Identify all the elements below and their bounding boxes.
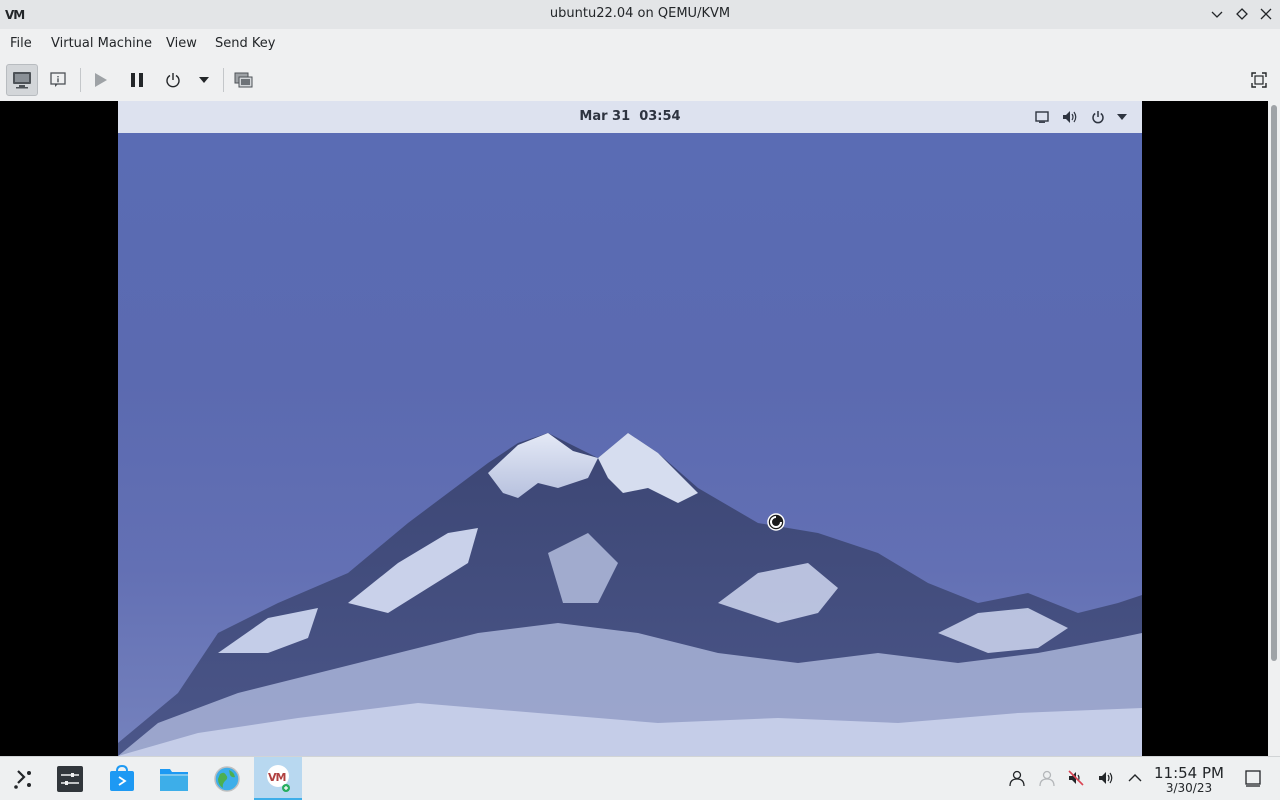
title-bar: VM ubuntu22.04 on QEMU/KVM bbox=[0, 0, 1280, 29]
guest-system-menu-arrow[interactable] bbox=[1114, 109, 1130, 125]
discover-store-icon bbox=[110, 765, 134, 791]
close-button[interactable] bbox=[1255, 4, 1277, 24]
globe-browser-icon bbox=[214, 766, 240, 792]
taskbar-system-settings[interactable] bbox=[46, 757, 94, 800]
menu-send-key[interactable]: Send Key bbox=[215, 36, 275, 51]
show-console-button[interactable] bbox=[6, 64, 38, 96]
menu-file[interactable]: File bbox=[10, 36, 32, 51]
close-icon bbox=[1260, 8, 1272, 20]
kde-launcher-icon bbox=[14, 770, 31, 789]
taskbar-discover[interactable] bbox=[98, 757, 146, 800]
run-icon bbox=[95, 73, 107, 87]
virt-manager-icon: VM bbox=[267, 764, 290, 792]
shutdown-button[interactable] bbox=[157, 64, 189, 96]
taskbar-web-browser[interactable] bbox=[203, 757, 251, 800]
minimize-button[interactable] bbox=[1206, 4, 1228, 24]
menu-view[interactable]: View bbox=[166, 36, 197, 51]
toolbar bbox=[0, 58, 1280, 101]
fullscreen-button[interactable] bbox=[1243, 64, 1275, 96]
scrollbar-thumb[interactable] bbox=[1271, 105, 1277, 661]
toolbar-separator bbox=[80, 68, 81, 92]
mountain-wallpaper bbox=[118, 133, 1142, 756]
folder-icon bbox=[160, 769, 188, 791]
menu-bar: File Virtual Machine View Send Key bbox=[0, 29, 1280, 58]
vm-console-display[interactable]: Mar 31 03:54 bbox=[0, 101, 1268, 756]
mute-icon bbox=[1068, 770, 1084, 786]
chevron-down-icon bbox=[1117, 114, 1127, 120]
expand-tray-icon bbox=[1128, 774, 1142, 782]
run-button[interactable] bbox=[84, 64, 116, 96]
tray-volume[interactable] bbox=[1095, 767, 1117, 789]
diamond-icon bbox=[1236, 8, 1248, 20]
power-icon bbox=[1092, 111, 1104, 124]
shutdown-menu-button[interactable] bbox=[189, 64, 219, 96]
show-desktop-button[interactable] bbox=[1242, 767, 1264, 789]
tray-user-switcher[interactable] bbox=[1006, 767, 1028, 789]
gnome-top-bar: Mar 31 03:54 bbox=[118, 101, 1142, 133]
taskbar-clock-time[interactable]: 11:54 PM bbox=[1152, 764, 1226, 782]
taskbar-clock-date[interactable]: 3/30/23 bbox=[1152, 781, 1226, 795]
taskbar-dolphin[interactable] bbox=[150, 757, 198, 800]
chevron-down-icon bbox=[1211, 11, 1223, 18]
toolbar-separator bbox=[223, 68, 224, 92]
guest-clock[interactable]: Mar 31 03:54 bbox=[118, 109, 1142, 124]
tray-network[interactable] bbox=[1036, 767, 1058, 789]
show-desktop-icon bbox=[1245, 770, 1261, 787]
mountain-illustration bbox=[118, 433, 1142, 756]
volume-icon bbox=[1063, 111, 1077, 123]
system-settings-icon bbox=[57, 766, 83, 792]
pause-icon bbox=[131, 73, 143, 87]
tray-show-hidden[interactable] bbox=[1124, 767, 1146, 789]
guest-volume-icon[interactable] bbox=[1062, 109, 1078, 125]
taskbar-virt-manager[interactable]: VM bbox=[254, 757, 302, 800]
screen-icon bbox=[1035, 111, 1049, 123]
dropdown-arrow-icon bbox=[199, 77, 209, 83]
vertical-scrollbar[interactable] bbox=[1268, 101, 1280, 756]
svg-text:VM: VM bbox=[268, 771, 286, 784]
console-icon bbox=[13, 72, 31, 89]
user-icon bbox=[1009, 770, 1025, 787]
shutdown-icon bbox=[166, 73, 180, 88]
maximize-button[interactable] bbox=[1231, 4, 1253, 24]
pause-button[interactable] bbox=[121, 64, 153, 96]
volume-icon bbox=[1099, 772, 1113, 784]
guest-date: Mar 31 bbox=[579, 109, 631, 124]
guest-time: 03:54 bbox=[639, 109, 681, 124]
snapshots-button[interactable] bbox=[228, 64, 260, 96]
fullscreen-icon bbox=[1251, 72, 1267, 88]
window-title: ubuntu22.04 on QEMU/KVM bbox=[549, 6, 731, 21]
application-launcher-button[interactable] bbox=[0, 757, 48, 800]
show-details-button[interactable] bbox=[42, 64, 74, 96]
tray-microphone-muted[interactable] bbox=[1065, 767, 1087, 789]
guest-screen-icon[interactable] bbox=[1034, 109, 1050, 125]
details-icon bbox=[50, 72, 66, 87]
guest-desktop[interactable]: Mar 31 03:54 bbox=[118, 101, 1142, 756]
menu-virtual-machine[interactable]: Virtual Machine bbox=[51, 36, 152, 51]
taskbar: VM 11:54 PM 3/30/23 bbox=[0, 756, 1280, 800]
network-icon bbox=[1039, 770, 1055, 787]
snapshots-icon bbox=[234, 72, 253, 88]
guest-power-icon[interactable] bbox=[1090, 109, 1106, 125]
busy-cursor-icon bbox=[767, 513, 785, 531]
